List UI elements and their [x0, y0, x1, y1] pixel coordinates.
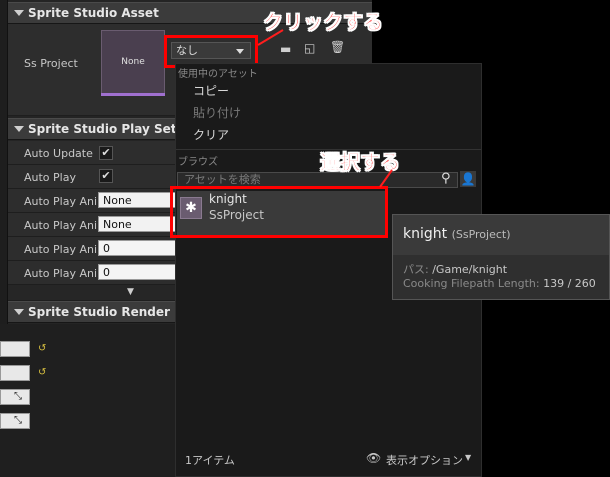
collapse-arrow-icon [14, 309, 24, 315]
view-options-button[interactable]: 表示オプション [386, 452, 463, 468]
anim-pack-combo[interactable]: None [98, 192, 178, 208]
ss-project-label: Ss Project [24, 57, 78, 70]
number-field[interactable]: 0 [98, 264, 178, 280]
trash-icon[interactable]: 🗑 [330, 40, 345, 54]
number-field[interactable]: 0 [98, 240, 178, 256]
annotation-pointer-line [379, 169, 393, 188]
use-selected-icon[interactable]: ◱ [304, 41, 315, 55]
input-field[interactable] [0, 341, 30, 357]
menu-item-copy[interactable]: コピー [193, 82, 229, 99]
item-count: 1アイテム [185, 454, 235, 467]
tooltip-asset-name: knight [403, 226, 448, 242]
menu-item-clear[interactable]: クリア [193, 126, 229, 143]
auto-play-anim-label: Auto Play Anir [24, 267, 102, 280]
auto-play-anim-label: Auto Play Anir [24, 195, 102, 208]
tooltip-cook-length: Cooking Filepath Length: 139 / 260 [403, 277, 596, 290]
chevron-down-icon[interactable]: ▼ [465, 453, 471, 462]
eye-icon[interactable]: 👁 [366, 451, 381, 465]
input-field[interactable] [0, 365, 30, 381]
tooltip-path: パス: /Game/knight [403, 261, 507, 277]
annotation-pointer-line [257, 29, 284, 46]
expand-down-icon[interactable]: ▼ [127, 287, 134, 297]
tooltip-asset-type: (SsProject) [451, 228, 511, 241]
resize-arrow-icon: ⤡ [14, 391, 22, 402]
anim-combo[interactable]: None [98, 216, 178, 232]
section-title: Sprite Studio Asset [28, 6, 159, 20]
auto-play-label: Auto Play [24, 171, 76, 184]
details-panel-edge [0, 0, 8, 330]
resize-arrow-icon: ⤡ [14, 415, 22, 426]
menu-item-paste[interactable]: 貼り付け [193, 104, 241, 121]
search-icon[interactable]: ⚲ [441, 171, 451, 186]
reset-arrow-icon[interactable]: ↺ [38, 343, 46, 354]
asset-thumbnail[interactable]: None [101, 30, 165, 96]
tooltip-title: knight (SsProject) [403, 226, 511, 242]
auto-play-anim-label: Auto Play Anir [24, 243, 102, 256]
section-current-asset: 使用中のアセット [178, 69, 258, 80]
reset-arrow-icon[interactable]: ↺ [38, 367, 46, 378]
cook-label: Cooking Filepath Length: [403, 277, 540, 290]
cook-value: 139 / 260 [543, 277, 596, 290]
auto-play-anim-label: Auto Play Anir [24, 219, 102, 232]
auto-update-label: Auto Update [24, 147, 93, 160]
collapse-arrow-icon [14, 126, 24, 132]
auto-update-checkbox[interactable]: ✔ [99, 146, 113, 160]
user-filter-icon[interactable]: 👤 [460, 171, 476, 187]
path-label: パス: [403, 263, 429, 276]
path-value: /Game/knight [432, 263, 508, 276]
collapse-arrow-icon [14, 10, 24, 16]
highlight-box-asset [170, 186, 388, 238]
thumbnail-text: None [121, 57, 145, 67]
section-browse: ブラウズ [178, 157, 218, 168]
auto-play-checkbox[interactable]: ✔ [99, 169, 113, 183]
thumbnail-color-bar [101, 93, 165, 96]
